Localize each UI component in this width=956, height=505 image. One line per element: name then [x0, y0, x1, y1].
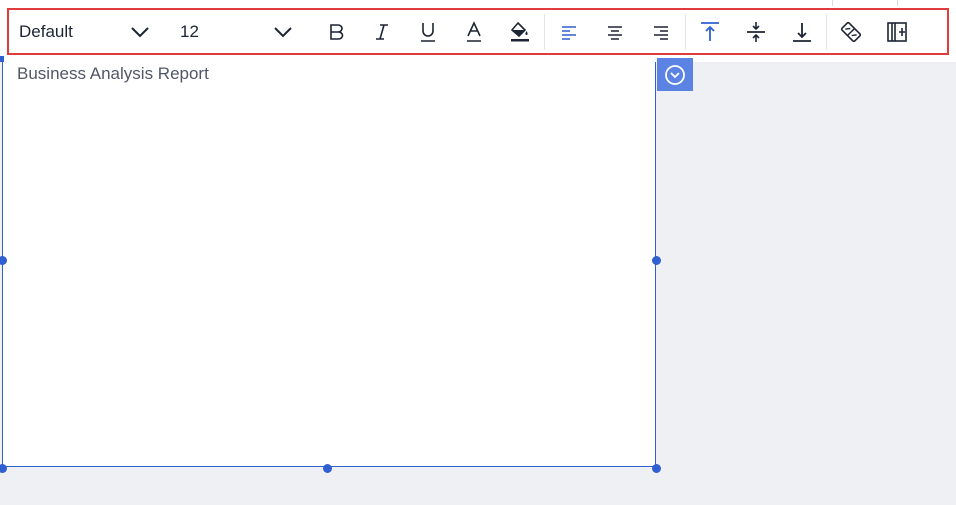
align-left-icon	[562, 25, 576, 40]
text-box[interactable]: Business Analysis Report	[2, 62, 656, 467]
vertical-align-bottom-button[interactable]	[779, 10, 825, 53]
divider	[832, 0, 833, 6]
align-right-icon	[654, 25, 668, 40]
chevron-down-icon[interactable]	[273, 26, 293, 38]
resize-handle-bottom[interactable]	[323, 464, 332, 473]
chevron-down-icon[interactable]	[130, 26, 150, 38]
resize-handle-bottom-right[interactable]	[652, 464, 661, 473]
text-format-toolbar: Default 12	[7, 8, 949, 55]
toolbar-separator	[685, 13, 686, 50]
align-right-button[interactable]	[638, 10, 684, 53]
resize-handle-bottom-left[interactable]	[0, 464, 7, 473]
italic-icon	[376, 23, 388, 40]
font-color-icon	[467, 20, 481, 42]
fill-color-icon	[510, 21, 529, 41]
font-family-select[interactable]: Default	[9, 10, 154, 53]
collapse-button[interactable]	[657, 58, 693, 91]
insert-column-button[interactable]	[874, 10, 920, 53]
underline-button[interactable]	[405, 10, 451, 53]
eraser-icon	[840, 21, 862, 42]
underline-icon	[421, 22, 435, 42]
vertical-align-middle-icon	[747, 21, 765, 42]
align-center-button[interactable]	[592, 10, 638, 53]
font-size-select[interactable]: 12	[159, 10, 293, 53]
italic-button[interactable]	[359, 10, 405, 53]
vertical-align-top-button[interactable]	[687, 10, 733, 53]
resize-handle-right[interactable]	[652, 256, 661, 265]
font-family-value: Default	[19, 21, 73, 41]
bold-icon	[330, 23, 344, 40]
clear-format-button[interactable]	[828, 10, 874, 53]
fill-color-button[interactable]	[497, 10, 543, 53]
font-size-value: 12	[180, 21, 199, 41]
toolbar-separator	[826, 13, 827, 50]
divider	[897, 0, 898, 6]
vertical-align-middle-button[interactable]	[733, 10, 779, 53]
bold-button[interactable]	[313, 10, 359, 53]
align-left-button[interactable]	[546, 10, 592, 53]
toolbar-separator	[544, 13, 545, 50]
chevron-down-circle-icon	[665, 64, 685, 85]
vertical-align-bottom-icon	[793, 22, 811, 42]
vertical-align-top-icon	[701, 21, 719, 41]
align-center-icon	[608, 25, 622, 40]
insert-column-icon	[887, 21, 907, 42]
text-box-content[interactable]: Business Analysis Report	[17, 64, 209, 84]
font-color-button[interactable]	[451, 10, 497, 53]
